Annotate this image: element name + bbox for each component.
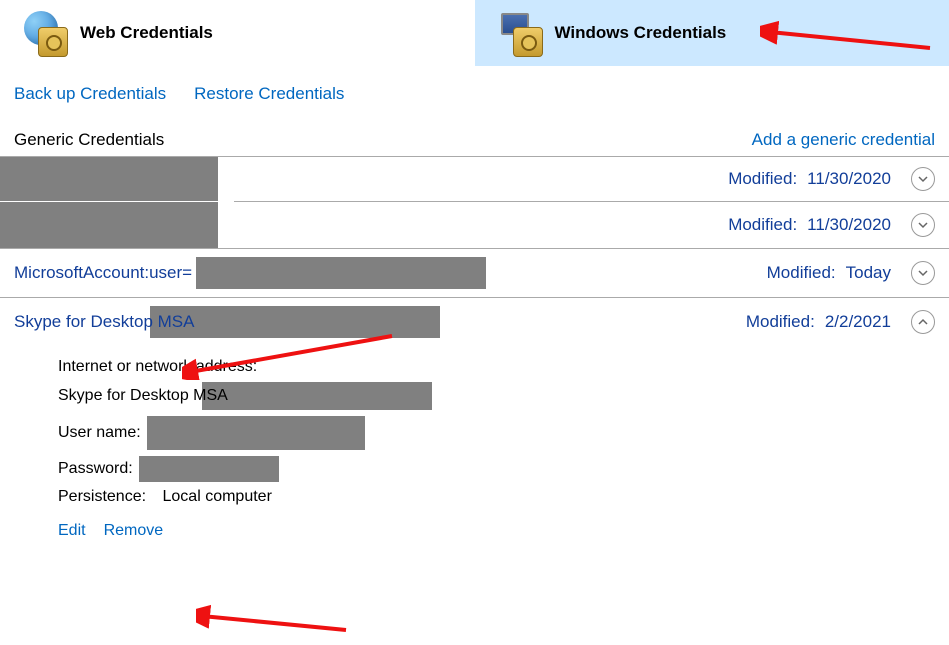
redacted-block	[196, 257, 486, 289]
add-generic-credential-link[interactable]: Add a generic credential	[752, 130, 935, 150]
restore-credentials-link[interactable]: Restore Credentials	[194, 84, 344, 104]
credential-tabs: Web Credentials Windows Credentials	[0, 0, 949, 66]
tab-web-credentials[interactable]: Web Credentials	[0, 0, 475, 66]
credential-links: Back up Credentials Restore Credentials	[0, 66, 949, 130]
tab-windows-credentials[interactable]: Windows Credentials	[475, 0, 949, 66]
expand-chevron-icon[interactable]	[911, 213, 935, 237]
modified-label: Modified: Today	[767, 263, 891, 283]
address-label: Internet or network address:	[58, 358, 257, 376]
modified-label: Modified: 11/30/2020	[728, 215, 891, 235]
vault-globe-icon	[20, 9, 68, 57]
redacted-block	[0, 157, 218, 201]
annotation-arrow-icon	[196, 596, 356, 636]
password-label: Password:	[58, 460, 133, 478]
credential-row[interactable]: Modified: 11/30/2020	[0, 157, 949, 201]
redacted-block	[202, 382, 432, 410]
redacted-block	[0, 202, 218, 248]
tab-label: Windows Credentials	[555, 23, 727, 43]
credential-name: Skype for Desktop MSA	[14, 312, 194, 332]
credential-row[interactable]: MicrosoftAccount:user= Modified: Today	[0, 249, 949, 297]
generic-credentials-header: Generic Credentials Add a generic creden…	[0, 130, 949, 156]
address-value: Skype for Desktop MSA	[58, 387, 228, 405]
credential-row-expanded[interactable]: Skype for Desktop MSA Modified: 2/2/2021	[0, 298, 949, 346]
credential-row[interactable]: Modified: 11/30/2020	[0, 202, 949, 248]
credential-name: MicrosoftAccount:user=	[14, 263, 192, 283]
redacted-block	[147, 416, 365, 450]
tab-label: Web Credentials	[80, 23, 213, 43]
backup-credentials-link[interactable]: Back up Credentials	[14, 84, 166, 104]
redacted-block	[139, 456, 279, 482]
persistence-label: Persistence:	[58, 488, 146, 506]
edit-credential-link[interactable]: Edit	[58, 522, 86, 540]
expand-chevron-icon[interactable]	[911, 261, 935, 285]
modified-label: Modified: 2/2/2021	[746, 312, 891, 332]
remove-credential-link[interactable]: Remove	[104, 522, 164, 540]
credential-details: Internet or network address: Skype for D…	[0, 346, 949, 546]
vault-monitor-icon	[495, 9, 543, 57]
section-title: Generic Credentials	[14, 130, 164, 150]
username-label: User name:	[58, 424, 141, 442]
expand-chevron-icon[interactable]	[911, 167, 935, 191]
modified-label: Modified: 11/30/2020	[728, 169, 891, 189]
collapse-chevron-icon[interactable]	[911, 310, 935, 334]
persistence-value: Local computer	[163, 488, 272, 506]
